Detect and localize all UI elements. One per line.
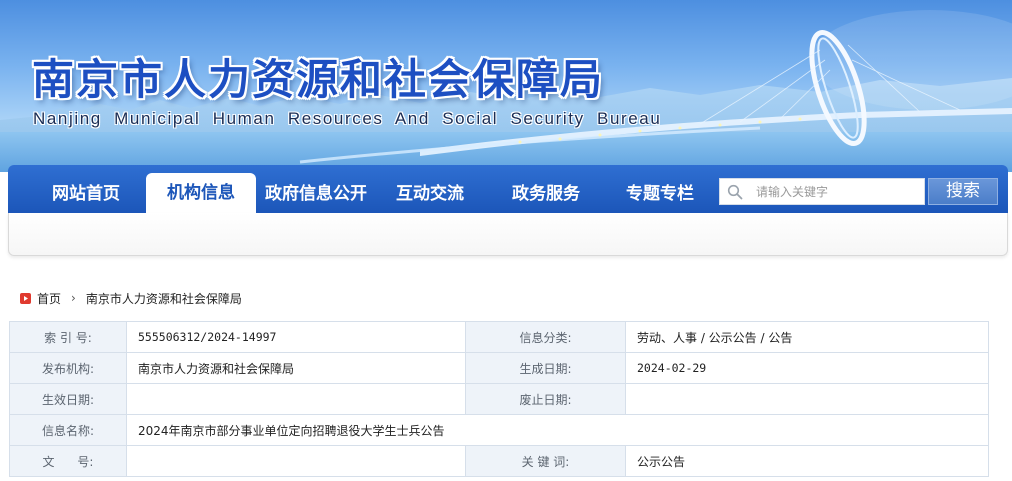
effective-date-label: 生效日期: bbox=[9, 383, 127, 415]
table-row: 信息名称: 2024年南京市部分事业单位定向招聘退役大学生士兵公告 bbox=[9, 414, 989, 446]
document-info-table: 索 引 号: 555506312/2024-14997 信息分类: 劳动、人事 … bbox=[9, 321, 989, 477]
search-input[interactable] bbox=[750, 179, 920, 204]
category-value: 劳动、人事 / 公示公告 / 公告 bbox=[625, 321, 989, 353]
table-row: 文 号: 关 键 词: 公示公告 bbox=[9, 445, 989, 477]
effective-date-value bbox=[126, 383, 466, 415]
table-row: 生效日期: 废止日期: bbox=[9, 383, 989, 415]
nav-item-topics[interactable]: 专题专栏 bbox=[610, 165, 710, 213]
publisher-value: 南京市人力资源和社会保障局 bbox=[126, 352, 466, 384]
repeal-date-value bbox=[625, 383, 989, 415]
category-label: 信息分类: bbox=[465, 321, 626, 353]
main-nav: 网站首页 机构信息 政府信息公开 互动交流 政务服务 专题专栏 搜索 bbox=[8, 165, 1008, 213]
table-row: 索 引 号: 555506312/2024-14997 信息分类: 劳动、人事 … bbox=[9, 321, 989, 353]
index-number-value: 555506312/2024-14997 bbox=[126, 321, 466, 353]
keywords-value: 公示公告 bbox=[625, 445, 989, 477]
search-icon bbox=[720, 178, 750, 205]
home-icon bbox=[20, 292, 31, 304]
document-number-label: 文 号: bbox=[9, 445, 127, 477]
search-button[interactable]: 搜索 bbox=[928, 178, 998, 205]
info-name-value: 2024年南京市部分事业单位定向招聘退役大学生士兵公告 bbox=[126, 414, 989, 446]
header-banner: 南京市人力资源和社会保障局 Nanjing Municipal Human Re… bbox=[0, 0, 1012, 172]
keywords-label: 关 键 词: bbox=[465, 445, 626, 477]
site-title-cn: 南京市人力资源和社会保障局 bbox=[32, 55, 605, 104]
site-title-en: Nanjing Municipal Human Resources And So… bbox=[33, 109, 662, 128]
nav-item-services[interactable]: 政务服务 bbox=[496, 165, 596, 213]
nav-item-org-info[interactable]: 机构信息 bbox=[146, 173, 256, 213]
breadcrumb: 首页 › 南京市人力资源和社会保障局 bbox=[20, 290, 242, 306]
nav-item-home[interactable]: 网站首页 bbox=[30, 165, 142, 213]
nav-item-interaction[interactable]: 互动交流 bbox=[380, 165, 480, 213]
document-number-value bbox=[126, 445, 466, 477]
sub-nav-panel bbox=[8, 213, 1008, 256]
breadcrumb-home-link[interactable]: 首页 bbox=[37, 290, 61, 307]
chevron-right-icon: › bbox=[71, 291, 76, 305]
page: 南京市人力资源和社会保障局 Nanjing Municipal Human Re… bbox=[0, 0, 1012, 481]
publisher-label: 发布机构: bbox=[9, 352, 127, 384]
search-box bbox=[719, 178, 925, 205]
nav-item-gov-info[interactable]: 政府信息公开 bbox=[258, 165, 374, 213]
info-name-label: 信息名称: bbox=[9, 414, 127, 446]
repeal-date-label: 废止日期: bbox=[465, 383, 626, 415]
table-row: 发布机构: 南京市人力资源和社会保障局 生成日期: 2024-02-29 bbox=[9, 352, 989, 384]
created-date-label: 生成日期: bbox=[465, 352, 626, 384]
index-number-label: 索 引 号: bbox=[9, 321, 127, 353]
created-date-value: 2024-02-29 bbox=[625, 352, 989, 384]
breadcrumb-bureau-link[interactable]: 南京市人力资源和社会保障局 bbox=[86, 290, 242, 307]
